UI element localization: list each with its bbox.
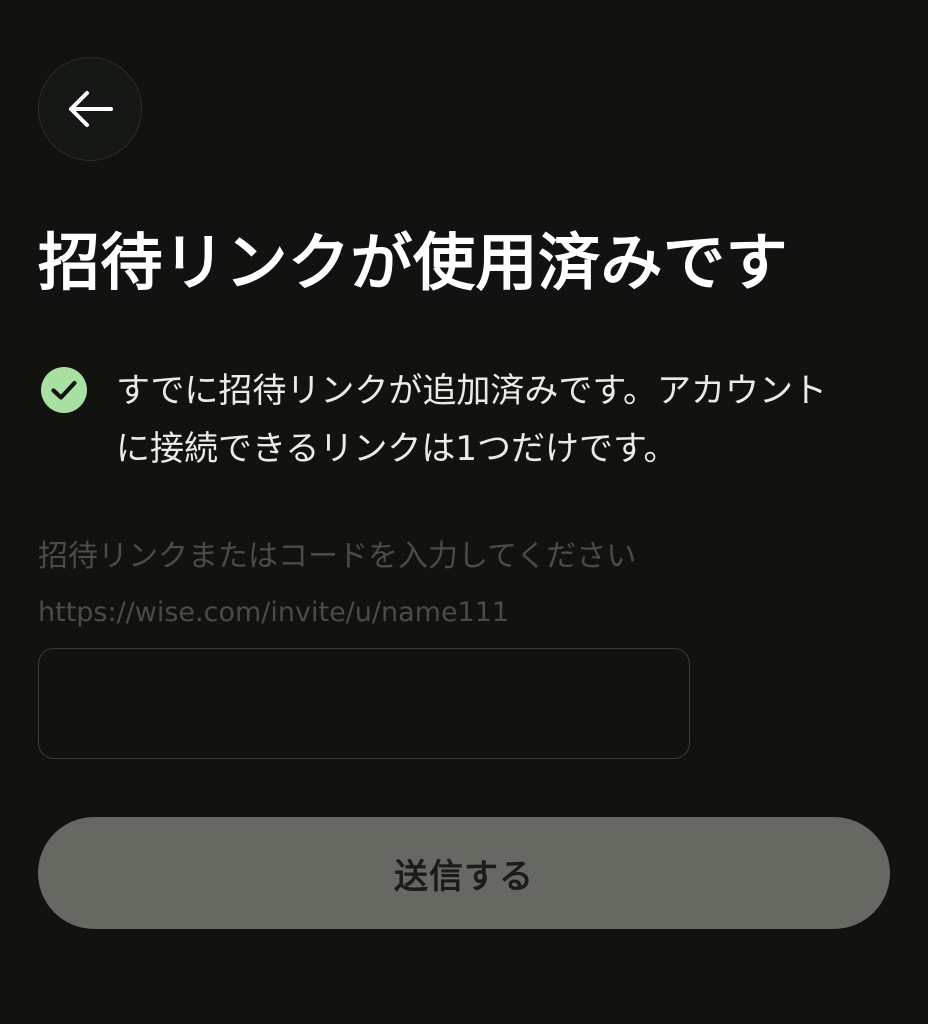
status-message: すでに招待リンクが追加済みです。アカウントに接続できるリンクは1つだけです。 [40, 362, 880, 478]
invite-input-label: 招待リンクまたはコードを入力してください [38, 539, 637, 574]
status-text: すでに招待リンクが追加済みです。アカウントに接続できるリンクは1つだけです。 [116, 371, 827, 469]
page-title: 招待リンクが使用済みです [38, 226, 789, 299]
check-circle-icon [41, 367, 87, 413]
invite-link-input[interactable] [38, 648, 690, 759]
invite-link-screen: 招待リンクが使用済みです すでに招待リンクが追加済みです。アカウントに接続できる… [0, 0, 928, 1024]
submit-button[interactable]: 送信する [38, 817, 890, 929]
invite-input-hint: https://wise.com/invite/u/name111 [38, 597, 510, 628]
arrow-left-icon [69, 91, 113, 127]
back-button[interactable] [38, 57, 142, 161]
